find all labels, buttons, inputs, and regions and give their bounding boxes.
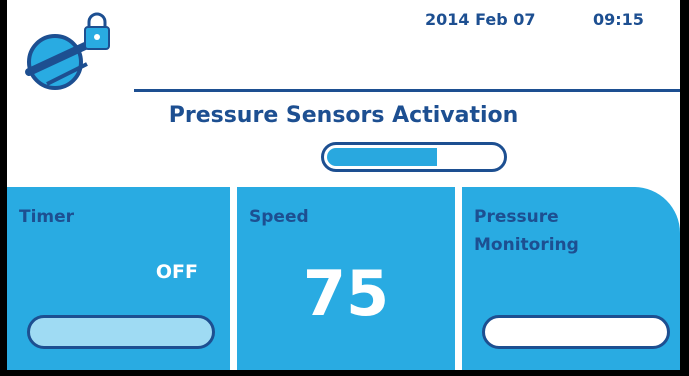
device-screen: 2014 Feb 07 09:15 Pressure Sensors Activ… [7, 0, 680, 370]
speed-label: Speed [249, 207, 309, 227]
activation-progress-bar [321, 142, 507, 172]
pressure-label-line2: Monitoring [474, 235, 579, 255]
device-logo [17, 12, 117, 90]
activation-title: Pressure Sensors Activation [168, 103, 519, 128]
speed-panel[interactable]: Speed 75 [237, 187, 455, 370]
pressure-monitoring-button[interactable] [482, 315, 670, 349]
timer-label: Timer [19, 207, 75, 227]
syringe-pump-icon [25, 12, 110, 90]
activation-progress-fill [327, 148, 437, 166]
time-display: 09:15 [593, 10, 644, 29]
date-display: 2014 Feb 07 [425, 10, 536, 29]
header-divider [134, 89, 680, 92]
lock-icon [84, 12, 110, 50]
speed-value: 75 [302, 257, 390, 330]
pressure-monitoring-panel[interactable]: Pressure Monitoring [462, 187, 680, 370]
pressure-monitoring-label: Pressure Monitoring [474, 203, 579, 259]
timer-button[interactable] [27, 315, 215, 349]
pressure-label-line1: Pressure [474, 207, 559, 227]
timer-panel[interactable]: Timer OFF [7, 187, 230, 370]
timer-value: OFF [155, 261, 198, 283]
